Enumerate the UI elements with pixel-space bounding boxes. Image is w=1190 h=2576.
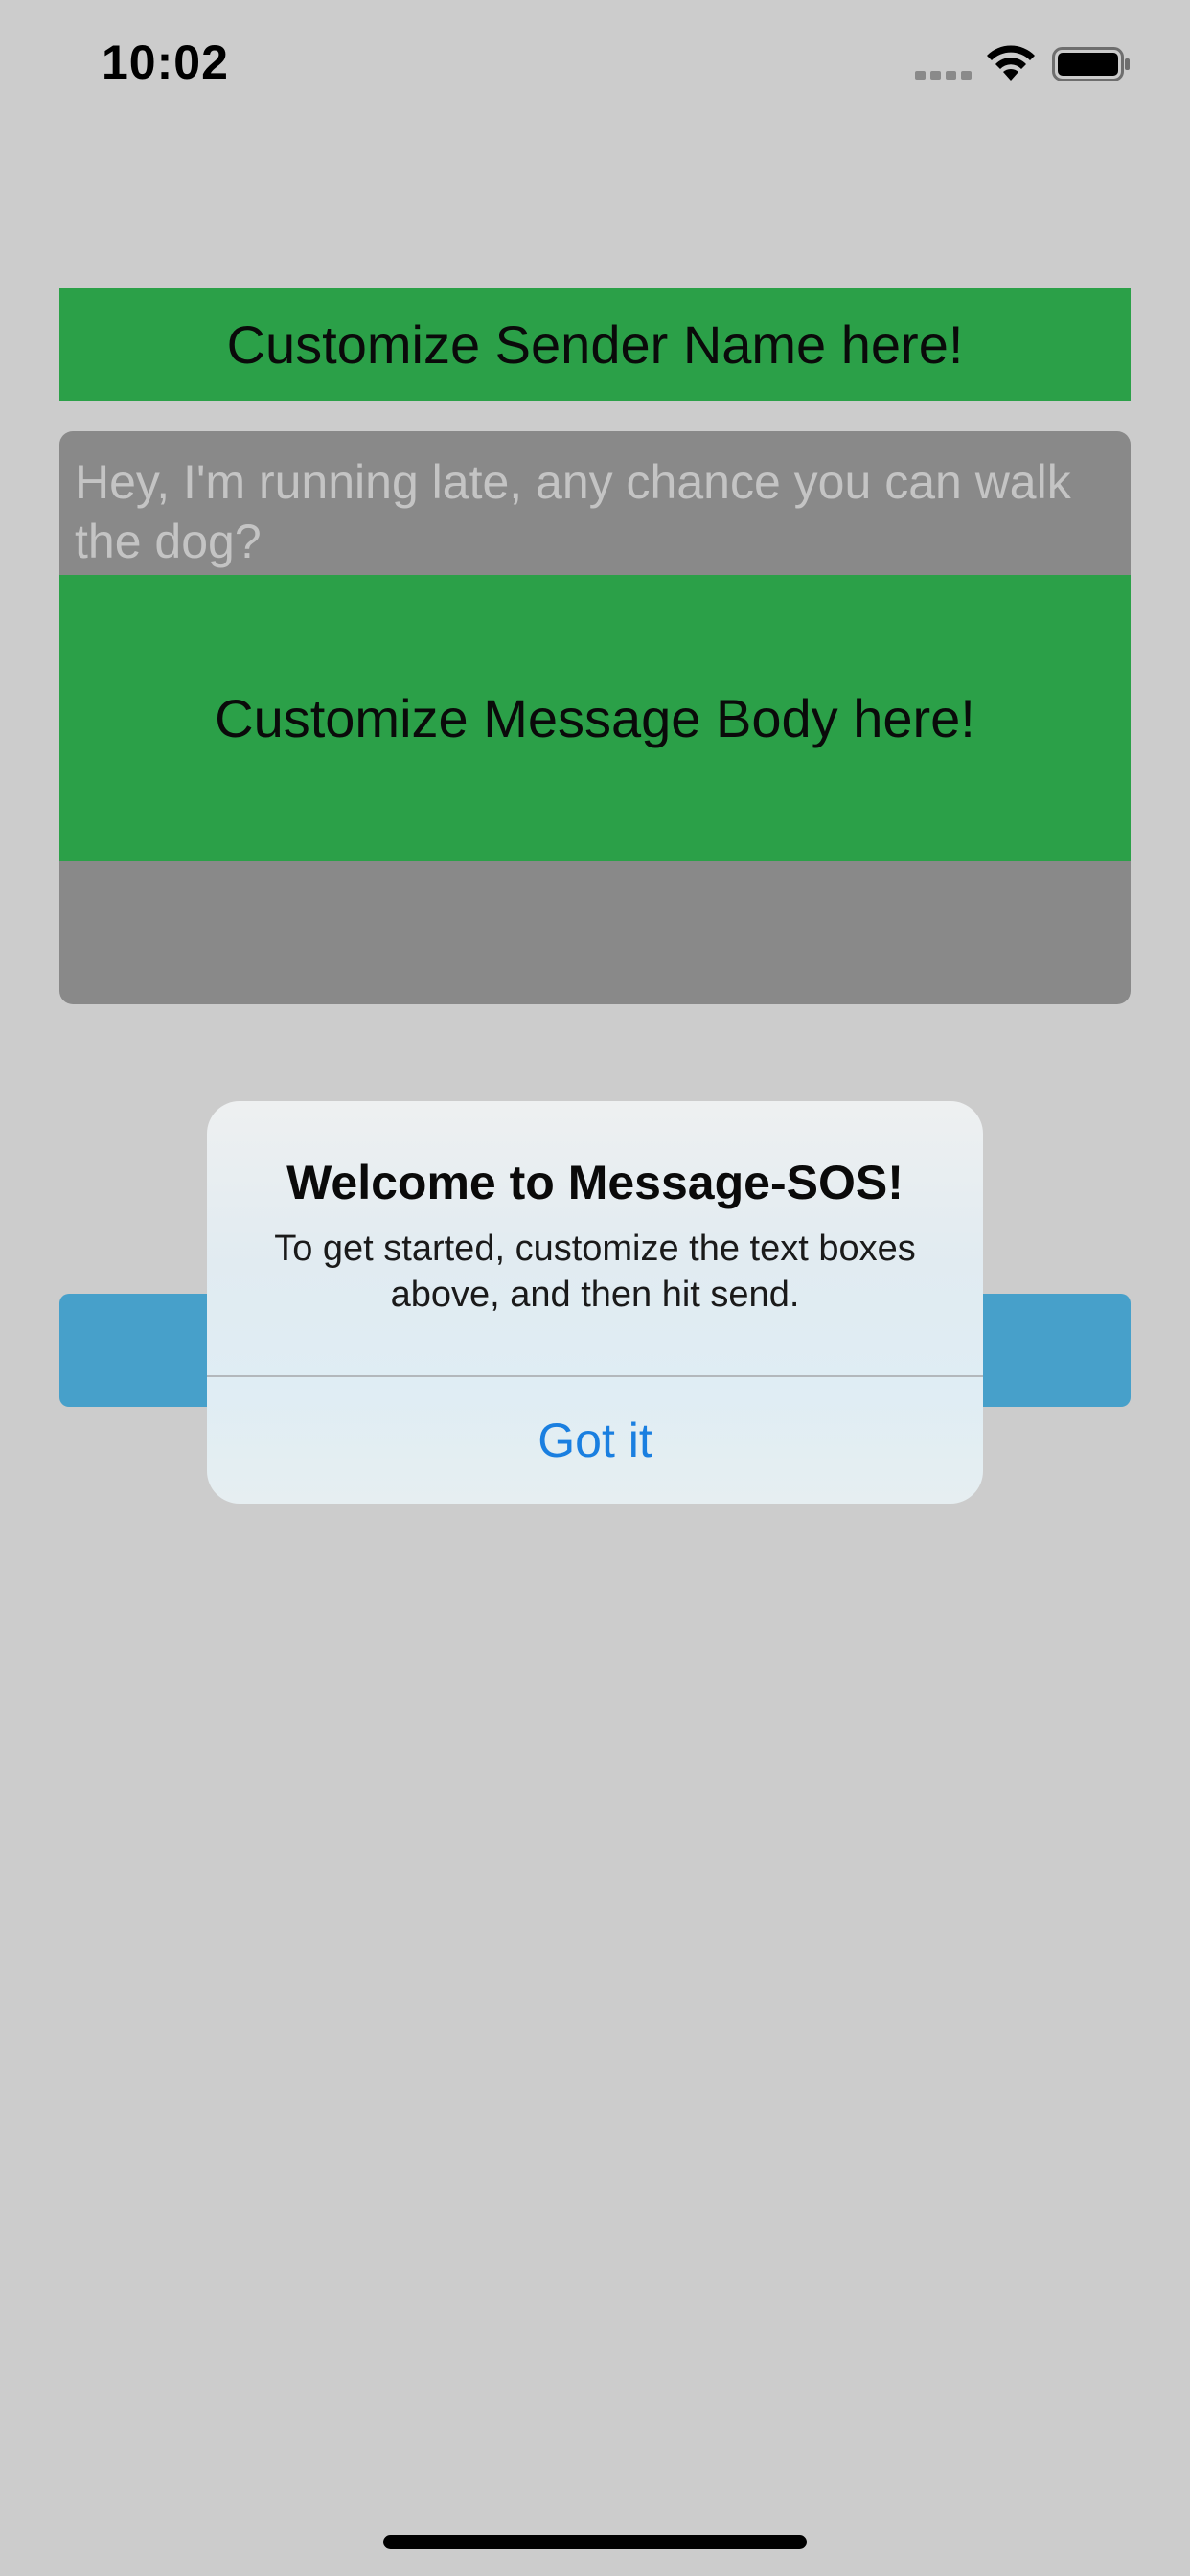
got-it-button[interactable]: Got it — [207, 1377, 983, 1504]
customize-sender-label: Customize Sender Name here! — [226, 313, 964, 375]
home-indicator[interactable] — [383, 2535, 807, 2549]
alert-title: Welcome to Message-SOS! — [286, 1156, 904, 1209]
battery-icon — [1052, 47, 1130, 81]
message-body-text: Hey, I'm running late, any chance you ca… — [75, 455, 1071, 568]
cellular-signal-icon — [915, 71, 972, 80]
wifi-icon — [987, 45, 1035, 80]
welcome-alert: Welcome to Message-SOS! To get started, … — [207, 1101, 983, 1504]
alert-message: To get started, customize the text boxes… — [274, 1229, 916, 1315]
message-body-field[interactable]: Hey, I'm running late, any chance you ca… — [59, 431, 1131, 1004]
customize-message-button[interactable]: Customize Message Body here! — [59, 575, 1131, 861]
customize-message-label: Customize Message Body here! — [215, 687, 975, 748]
got-it-label: Got it — [538, 1414, 652, 1467]
status-time: 10:02 — [102, 35, 229, 89]
customize-sender-button[interactable]: Customize Sender Name here! — [59, 288, 1131, 401]
